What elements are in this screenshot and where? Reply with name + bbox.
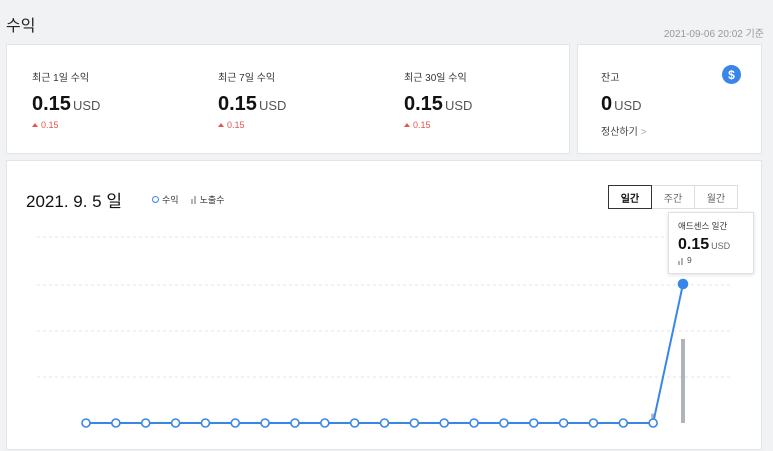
revenue-line xyxy=(86,283,684,424)
tab-monthly[interactable]: 월간 xyxy=(694,185,738,209)
settle-label: 정산하기 xyxy=(601,127,638,138)
stat-change: 0.15 xyxy=(41,120,59,130)
revenue-point xyxy=(349,418,360,428)
tooltip-impressions: 9 xyxy=(687,255,692,265)
stat-unit: USD xyxy=(258,98,287,113)
stat-30day: 최근 30일 수익 0.15 USD 0.15 xyxy=(404,69,574,130)
impression-bar xyxy=(681,339,685,423)
revenue-point xyxy=(290,418,300,428)
chart-tooltip: 애드센스 일간 0.15 USD 9 xyxy=(668,212,754,274)
tab-weekly[interactable]: 주간 xyxy=(651,185,695,209)
balance-unit: USD xyxy=(614,98,642,113)
chart-card: 2021. 9. 5 일 수익 노출수 일간 주간 월간 애드센스 일간 0.1… xyxy=(6,160,762,450)
balance-value: 0 xyxy=(601,93,613,115)
revenue-point xyxy=(558,418,569,428)
revenue-point xyxy=(588,418,599,428)
balance-stat: 잔고 0 USD 정산하기 > xyxy=(601,69,771,138)
revenue-point xyxy=(170,418,181,428)
tab-daily[interactable]: 일간 xyxy=(608,185,652,209)
revenue-point xyxy=(618,418,629,428)
revenue-point xyxy=(230,418,241,428)
revenue-point xyxy=(439,418,450,428)
stats-card: 최근 1일 수익 0.15 USD 0.15 최근 7일 수익 0.15 USD… xyxy=(6,44,570,154)
settle-link[interactable]: 정산하기 > xyxy=(601,123,771,138)
stat-value: 0.15 xyxy=(32,93,71,115)
stat-change: 0.15 xyxy=(413,120,431,130)
tooltip-unit: USD xyxy=(711,241,731,251)
revenue-point xyxy=(319,418,330,428)
balance-label: 잔고 xyxy=(601,73,620,84)
stat-value: 0.15 xyxy=(218,93,257,115)
balance-card: 잔고 0 USD 정산하기 > $ xyxy=(577,44,762,154)
revenue-point xyxy=(200,418,211,428)
line-legend-icon xyxy=(152,196,159,203)
chevron-right-icon: > xyxy=(640,127,647,138)
revenue-point xyxy=(81,418,91,428)
stat-unit: USD xyxy=(444,98,473,113)
tooltip-value: 0.15 xyxy=(678,236,710,253)
bar-legend-icon xyxy=(678,257,684,265)
stat-value: 0.15 xyxy=(404,93,443,115)
legend-impressions: 노출수 xyxy=(199,195,225,205)
revenue-point xyxy=(260,418,270,428)
revenue-point xyxy=(648,418,658,428)
up-arrow-icon xyxy=(32,123,38,127)
stat-change: 0.15 xyxy=(227,120,245,130)
revenue-point-active xyxy=(677,278,689,290)
chart-legend: 수익 노출수 xyxy=(152,193,224,206)
revenue-point xyxy=(379,418,390,428)
stat-label: 최근 30일 수익 xyxy=(404,73,467,84)
revenue-point xyxy=(469,418,479,428)
timestamp: 2021-09-06 20:02 기준 xyxy=(663,29,764,40)
stat-unit: USD xyxy=(72,98,101,113)
revenue-point xyxy=(528,418,539,428)
dollar-icon[interactable]: $ xyxy=(722,65,741,84)
revenue-point xyxy=(140,418,151,428)
stat-label: 최근 1일 수익 xyxy=(32,73,90,84)
revenue-point xyxy=(409,418,420,428)
stat-1day: 최근 1일 수익 0.15 USD 0.15 xyxy=(32,69,202,130)
bar-legend-icon xyxy=(190,195,197,204)
chart-date: 2021. 9. 5 일 xyxy=(26,192,122,211)
period-tabs: 일간 주간 월간 xyxy=(608,185,738,209)
stat-label: 최근 7일 수익 xyxy=(218,73,276,84)
up-arrow-icon xyxy=(218,123,224,127)
revenue-point xyxy=(499,418,509,428)
stat-7day: 최근 7일 수익 0.15 USD 0.15 xyxy=(218,69,388,130)
page-title: 수익 xyxy=(6,18,36,35)
up-arrow-icon xyxy=(404,123,410,127)
legend-revenue: 수익 xyxy=(162,195,179,205)
tooltip-title: 애드센스 일간 xyxy=(678,221,728,231)
revenue-point xyxy=(111,418,121,428)
